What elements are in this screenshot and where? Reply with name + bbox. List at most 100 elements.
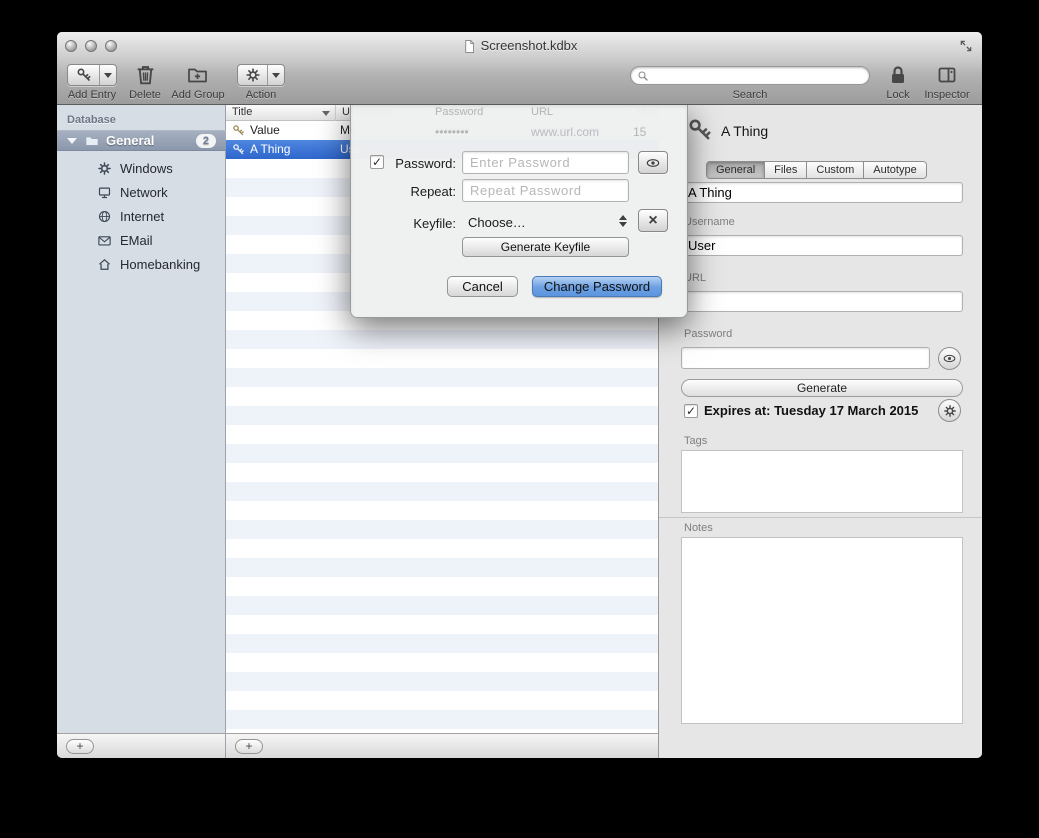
gear-icon (943, 404, 957, 418)
sheet-repeat-input[interactable] (462, 179, 629, 202)
password-label: Password (684, 328, 732, 340)
keyfile-popup[interactable]: Choose… (468, 215, 526, 230)
add-group-button[interactable] (185, 63, 210, 87)
sidebar-item-label: Internet (120, 209, 164, 224)
sidebar-group-general[interactable]: General 2 (57, 130, 226, 151)
tab-general[interactable]: General (707, 162, 765, 178)
expires-settings-button[interactable] (938, 399, 961, 422)
sidebar: Database General 2 Windows Network Inter… (57, 105, 226, 740)
sidebar-item-label: EMail (120, 233, 153, 248)
sidebar-item-internet[interactable]: Internet (57, 204, 226, 228)
column-header-title[interactable]: Title (226, 105, 336, 121)
generate-password-button[interactable]: Generate (681, 379, 963, 397)
entry-key-icon (687, 117, 713, 143)
window-title: Screenshot.kdbx (481, 38, 578, 53)
entry-title-field[interactable] (681, 182, 963, 203)
search-input[interactable] (653, 69, 863, 83)
sidebar-item-homebanking[interactable]: Homebanking (57, 252, 226, 276)
app-window: Screenshot.kdbx Add Entry Delete Add Gro… (57, 32, 982, 758)
house-icon (97, 257, 112, 272)
add-entry-plus-button[interactable]: + (235, 739, 263, 754)
lock-icon (886, 63, 910, 87)
ghost-column-password: Password (435, 106, 483, 118)
sidebar-item-label: Network (120, 185, 168, 200)
sidebar-section-header: Database (67, 114, 116, 126)
ghost-password-dots: •••••••• (435, 125, 469, 139)
notes-label: Notes (684, 522, 713, 534)
inspector-tabs: General Files Custom Autotype (706, 161, 927, 179)
eye-icon (942, 351, 957, 366)
eye-icon (645, 155, 661, 171)
key-icon (76, 67, 92, 83)
generate-keyfile-button[interactable]: Generate Keyfile (462, 237, 629, 257)
action-button[interactable] (237, 64, 285, 86)
folder-icon (84, 133, 100, 149)
close-icon: × (648, 212, 657, 230)
disclosure-triangle-icon[interactable] (67, 138, 77, 144)
list-bottom-bar: + (226, 733, 658, 758)
sort-indicator-icon (322, 111, 330, 116)
tags-label: Tags (684, 435, 707, 447)
lock-button[interactable] (886, 63, 910, 87)
inspector-panel: A Thing General Files Custom Autotype Us… (658, 105, 982, 758)
inspector-entry-title: A Thing (721, 123, 768, 139)
inspector-toggle-button[interactable] (935, 63, 959, 87)
add-group-plus-button[interactable]: + (66, 739, 94, 754)
search-field[interactable] (630, 66, 870, 85)
inspector-panel-icon (935, 63, 959, 87)
sidebar-group-label: General (106, 133, 154, 148)
fullscreen-icon[interactable] (959, 39, 973, 53)
clear-keyfile-button[interactable]: × (638, 209, 668, 232)
username-field[interactable] (681, 235, 963, 256)
key-icon (232, 124, 245, 137)
ghost-modified: 15 (633, 125, 646, 139)
cell-title: A Thing (250, 142, 334, 156)
tab-custom[interactable]: Custom (807, 162, 864, 178)
gear-icon (245, 67, 261, 83)
reveal-password-button[interactable] (938, 347, 961, 370)
sheet-keyfile-label: Keyfile: (351, 216, 456, 231)
sidebar-item-label: Homebanking (120, 257, 200, 272)
change-password-button[interactable]: Change Password (532, 276, 662, 297)
ghost-column-url: URL (531, 106, 553, 118)
expires-checkbox[interactable]: ✓ (684, 404, 698, 418)
gear-icon (97, 161, 112, 176)
url-field[interactable] (681, 291, 963, 312)
sidebar-bottom-bar: + (57, 733, 226, 758)
sidebar-item-network[interactable]: Network (57, 180, 226, 204)
cancel-button[interactable]: Cancel (447, 276, 518, 297)
document-icon (462, 39, 477, 54)
group-count-badge: 2 (196, 134, 216, 148)
sidebar-item-label: Windows (120, 161, 173, 176)
change-password-sheet: Password URL •••••••• www.url.com 15 ✓ P… (350, 105, 688, 318)
sidebar-item-windows[interactable]: Windows (57, 156, 226, 180)
sheet-password-label: Password: (351, 156, 456, 171)
password-field[interactable] (681, 347, 930, 369)
tab-files[interactable]: Files (765, 162, 807, 178)
inspector-label: Inspector (915, 89, 979, 101)
sheet-reveal-password-button[interactable] (638, 151, 668, 174)
key-icon (232, 143, 245, 156)
chevron-down-icon (104, 73, 112, 78)
screen-background: Screenshot.kdbx Add Entry Delete Add Gro… (0, 0, 1039, 838)
notes-textarea[interactable] (681, 537, 963, 724)
ghost-url: www.url.com (531, 125, 599, 139)
keyfile-stepper-icon[interactable] (619, 215, 627, 227)
folder-plus-icon (185, 63, 210, 87)
cell-title: Value (250, 123, 334, 137)
tags-textarea[interactable] (681, 450, 963, 513)
action-label: Action (231, 89, 291, 101)
username-label: Username (684, 216, 735, 228)
trash-icon (133, 62, 158, 87)
tab-autotype[interactable]: Autotype (864, 162, 925, 178)
add-entry-button[interactable] (67, 64, 117, 86)
window-header: Screenshot.kdbx Add Entry Delete Add Gro… (57, 32, 982, 105)
envelope-icon (97, 233, 112, 248)
section-divider (659, 517, 982, 518)
delete-button[interactable] (133, 62, 158, 87)
expires-label: Expires at: Tuesday 17 March 2015 (704, 403, 918, 418)
sheet-password-input[interactable] (462, 151, 629, 174)
sidebar-item-email[interactable]: EMail (57, 228, 226, 252)
add-entry-label: Add Entry (59, 89, 125, 101)
window-title-area: Screenshot.kdbx (57, 38, 982, 54)
